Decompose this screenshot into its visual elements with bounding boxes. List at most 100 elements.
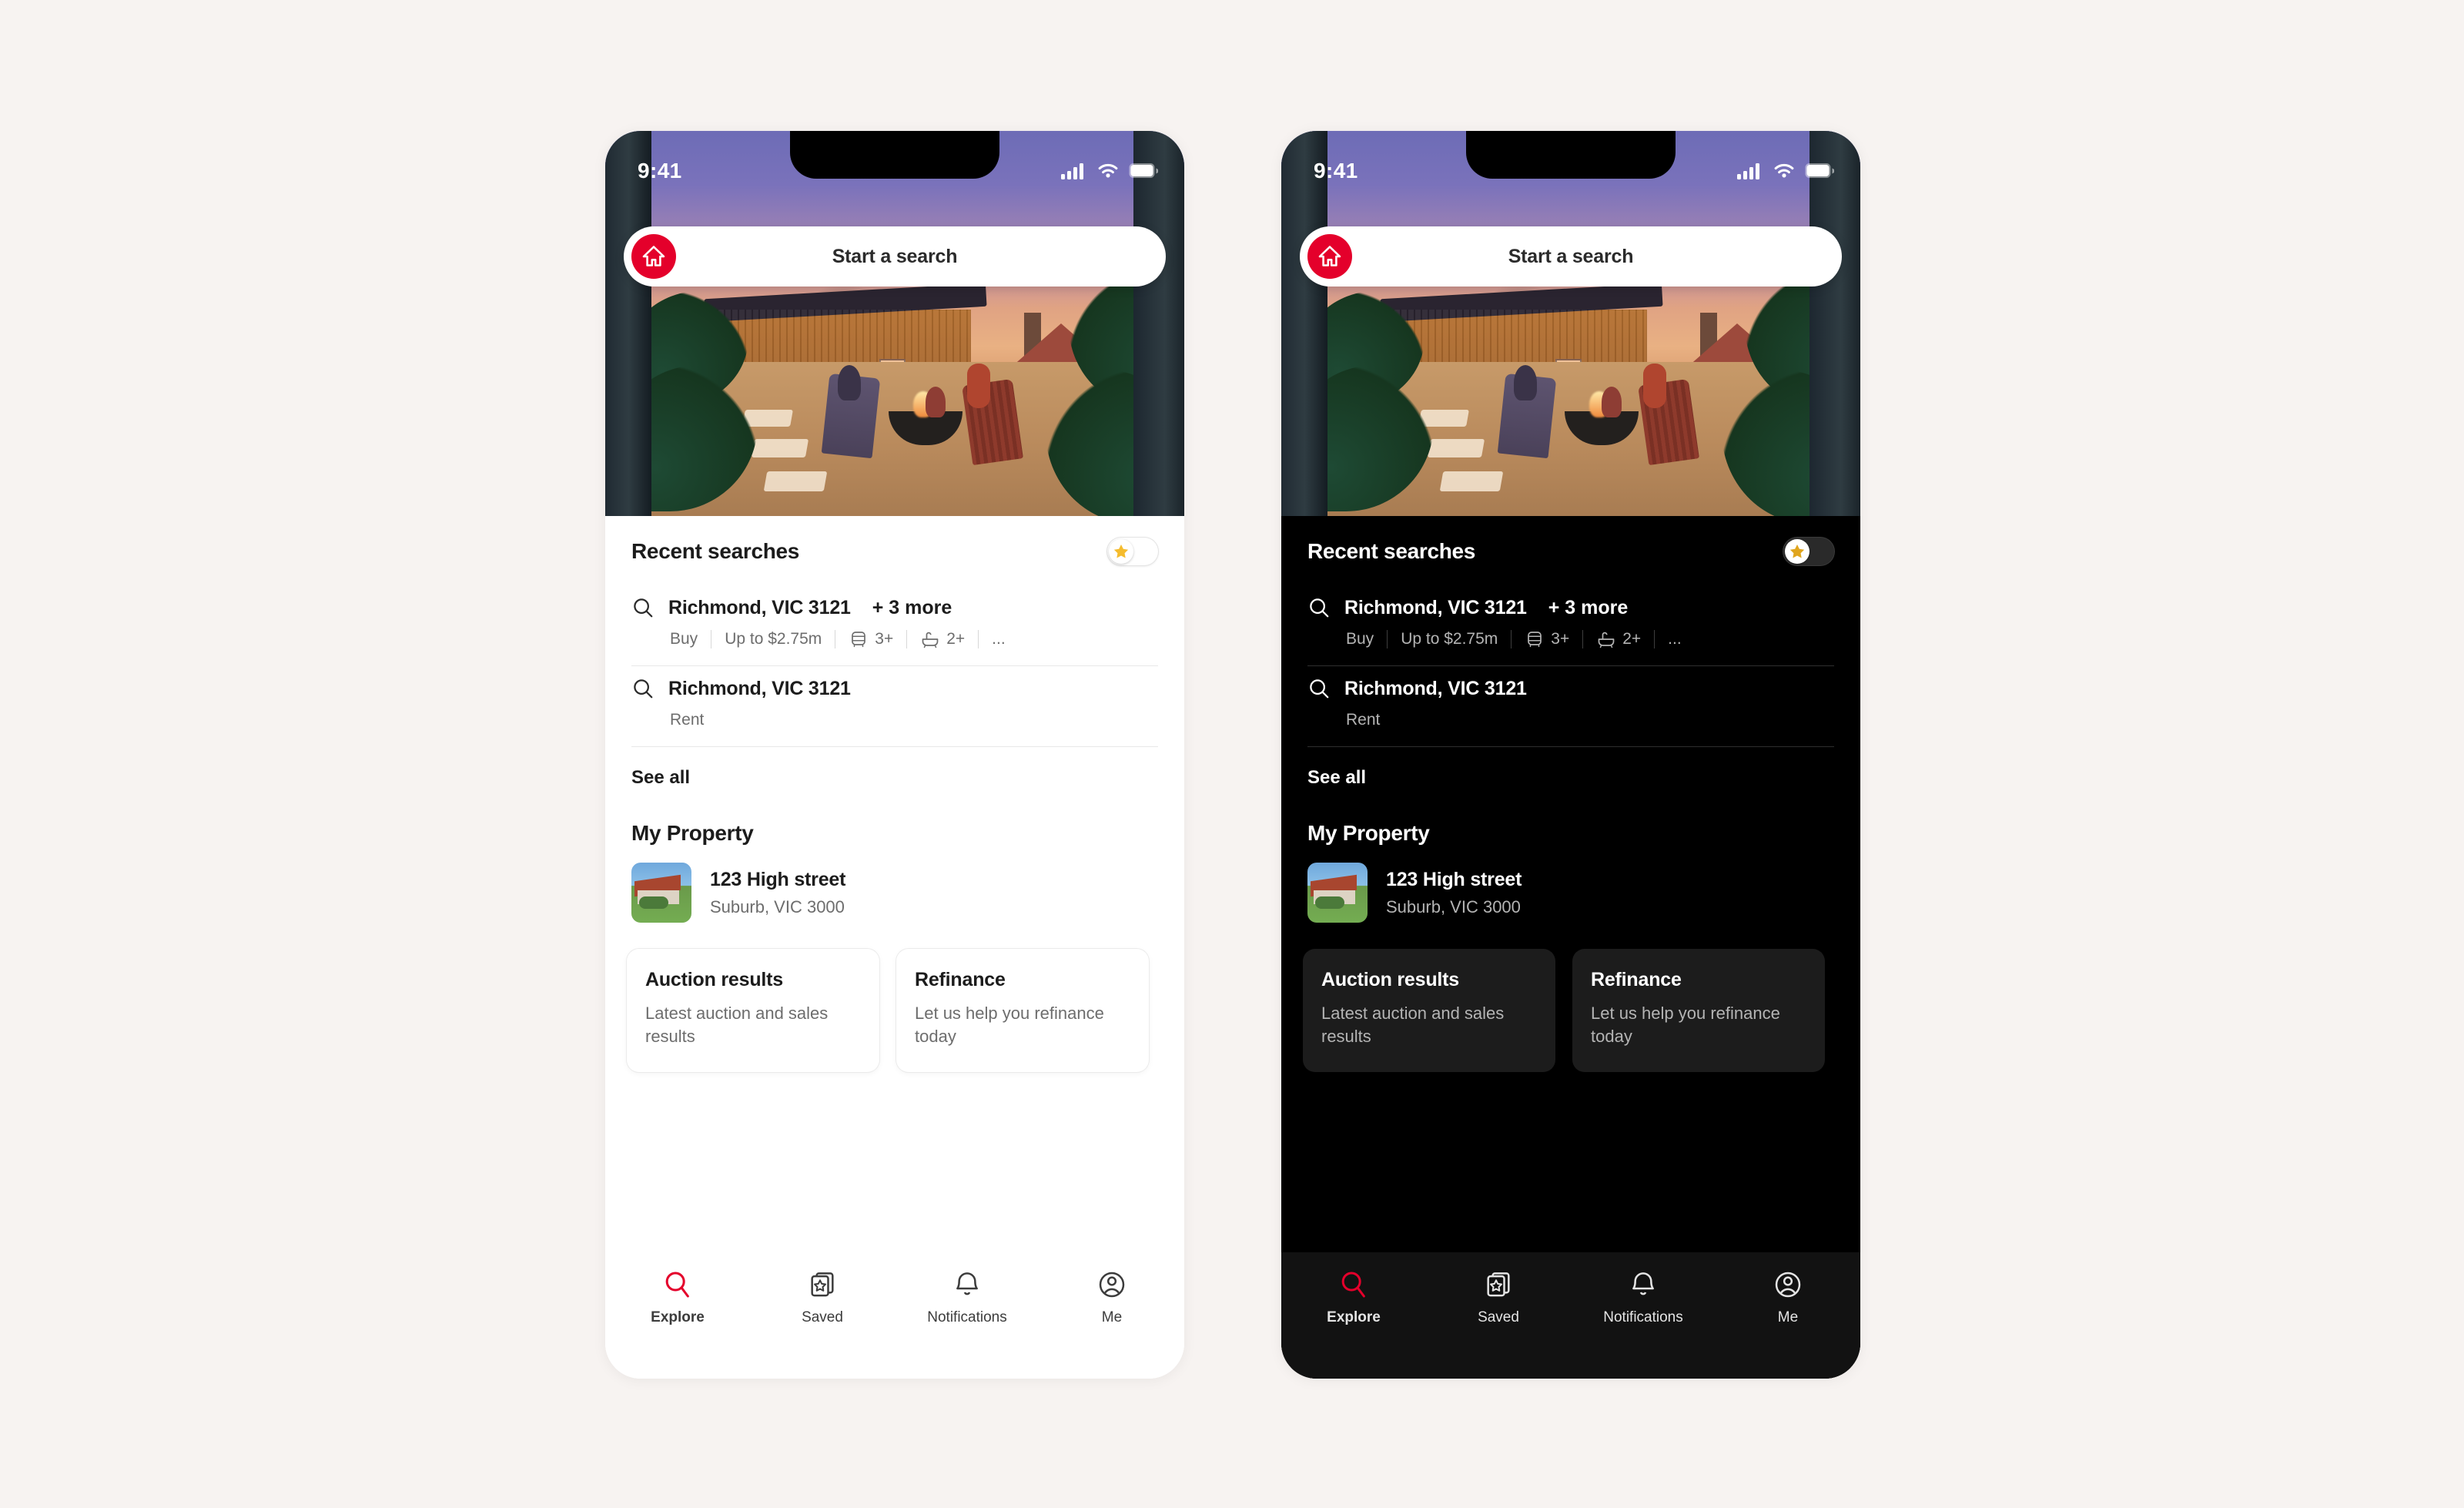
recent-search-main: Richmond, VIC 3121 + 3 more bbox=[631, 596, 1158, 619]
hero-person-standing bbox=[967, 364, 990, 408]
auction-results-card[interactable]: Auction results Latest auction and sales… bbox=[627, 949, 879, 1072]
property-cards-rail[interactable]: Auction results Latest auction and sales… bbox=[1303, 949, 1834, 1072]
hero-paver bbox=[763, 471, 828, 491]
recent-search-filters: Buy Up to $2.75m 3+ 2+ ... bbox=[1346, 630, 1834, 648]
recent-search-item[interactable]: Richmond, VIC 3121 + 3 more Buy Up to $2… bbox=[1307, 585, 1834, 666]
cellular-signal-icon bbox=[1737, 163, 1759, 179]
bell-icon bbox=[1632, 1272, 1654, 1295]
tab-me[interactable]: Me bbox=[1716, 1269, 1860, 1326]
card-title: Auction results bbox=[1321, 969, 1459, 990]
recent-search-location: Richmond, VIC 3121 bbox=[668, 677, 851, 699]
person-circle-icon bbox=[1099, 1272, 1125, 1298]
see-all-link[interactable]: See all bbox=[631, 747, 1158, 793]
filter-bedrooms: 3+ bbox=[1512, 630, 1582, 648]
bedrooms-count: 3+ bbox=[1551, 630, 1570, 648]
search-icon bbox=[634, 679, 653, 699]
saved-searches-toggle[interactable] bbox=[1107, 538, 1158, 565]
filter-bathrooms: 2+ bbox=[907, 630, 978, 648]
recent-searches-title: Recent searches bbox=[631, 539, 800, 563]
recent-search-more: + 3 more bbox=[872, 596, 952, 618]
hero-person-seated bbox=[1514, 365, 1537, 400]
card-description: Latest auction and sales results bbox=[1321, 1004, 1505, 1047]
hero-paver bbox=[751, 439, 809, 457]
search-icon bbox=[634, 598, 653, 618]
star-icon bbox=[1789, 545, 1805, 558]
recent-search-location: Richmond, VIC 3121 bbox=[1344, 596, 1527, 618]
bedrooms-count: 3+ bbox=[875, 630, 894, 648]
filter-listing-type: Rent bbox=[1346, 711, 1381, 729]
my-property-row[interactable]: 123 High street Suburb, VIC 3000 bbox=[1307, 863, 1834, 923]
hero-person-seated bbox=[838, 365, 861, 400]
recent-search-filters: Rent bbox=[670, 711, 1158, 729]
filter-price: Up to $2.75m bbox=[725, 630, 822, 648]
filter-listing-type: Buy bbox=[670, 630, 698, 648]
bottom-tab-bar: Explore Saved Notifications Me bbox=[1281, 1252, 1860, 1379]
bathrooms-count: 2+ bbox=[1622, 630, 1642, 648]
tab-saved[interactable]: Saved bbox=[750, 1269, 895, 1326]
filter-bedrooms: 3+ bbox=[835, 630, 906, 648]
battery-icon bbox=[1129, 163, 1158, 178]
status-time: 9:41 bbox=[1314, 159, 1358, 183]
recent-search-item[interactable]: Richmond, VIC 3121 Rent bbox=[1307, 666, 1834, 747]
bottom-tab-bar: Explore Saved Notifications Me bbox=[605, 1252, 1184, 1379]
tab-label-notifications: Notifications bbox=[1603, 1309, 1683, 1325]
hero-illustration: 9:41 Start a search bbox=[1281, 131, 1860, 516]
tab-label-me: Me bbox=[1777, 1309, 1799, 1325]
search-placeholder-label: Start a search bbox=[1508, 245, 1634, 267]
card-title: Refinance bbox=[1591, 969, 1682, 990]
status-icons bbox=[1061, 162, 1158, 180]
refinance-card[interactable]: Refinance Let us help you refinance toda… bbox=[1572, 949, 1825, 1072]
tab-explore[interactable]: Explore bbox=[605, 1269, 750, 1326]
see-all-link[interactable]: See all bbox=[1307, 747, 1834, 793]
wifi-icon bbox=[1098, 163, 1118, 178]
phone-dark-mode: 9:41 Start a search Recent searches Rich… bbox=[1281, 131, 1860, 1379]
card-title: Refinance bbox=[915, 969, 1006, 990]
filter-listing-type: Buy bbox=[1346, 630, 1374, 648]
thumb-shrub bbox=[639, 896, 668, 909]
saved-star-cards-icon bbox=[811, 1272, 834, 1297]
app-screen-dark: 9:41 Start a search Recent searches Rich… bbox=[1281, 131, 1860, 1379]
bath-icon bbox=[922, 632, 939, 648]
search-icon bbox=[1310, 679, 1329, 699]
recent-search-main: Richmond, VIC 3121 + 3 more bbox=[1307, 596, 1834, 619]
tab-saved[interactable]: Saved bbox=[1426, 1269, 1571, 1326]
toggle-knob bbox=[1785, 539, 1810, 564]
search-bar[interactable]: Start a search bbox=[1300, 226, 1842, 287]
main-content: Recent searches Richmond, VIC 3121 + 3 m… bbox=[605, 516, 1184, 1379]
hero-person-seated-2 bbox=[1602, 387, 1622, 417]
hero-person-standing bbox=[1643, 364, 1666, 408]
property-cards-rail[interactable]: Auction results Latest auction and sales… bbox=[627, 949, 1158, 1072]
recent-searches-header: Recent searches bbox=[631, 516, 1158, 585]
property-name: 123 High street bbox=[710, 868, 846, 890]
search-icon bbox=[665, 1272, 689, 1298]
my-property-row[interactable]: 123 High street Suburb, VIC 3000 bbox=[631, 863, 1158, 923]
tab-me[interactable]: Me bbox=[1040, 1269, 1184, 1326]
hero-paver bbox=[1439, 471, 1504, 491]
wifi-icon bbox=[1774, 163, 1794, 178]
recent-searches-title: Recent searches bbox=[1307, 539, 1476, 563]
recent-searches-header: Recent searches bbox=[1307, 516, 1834, 585]
cellular-signal-icon bbox=[1061, 163, 1083, 179]
tab-notifications[interactable]: Notifications bbox=[1571, 1269, 1716, 1326]
tab-notifications[interactable]: Notifications bbox=[895, 1269, 1040, 1326]
recent-search-more: + 3 more bbox=[1548, 596, 1629, 618]
auction-results-card[interactable]: Auction results Latest auction and sales… bbox=[1303, 949, 1555, 1072]
refinance-card[interactable]: Refinance Let us help you refinance toda… bbox=[896, 949, 1149, 1072]
recent-search-item[interactable]: Richmond, VIC 3121 + 3 more Buy Up to $2… bbox=[631, 585, 1158, 666]
my-property-title: My Property bbox=[1307, 821, 1430, 845]
house-photo-thumbnail bbox=[631, 863, 691, 923]
recent-search-main: Richmond, VIC 3121 bbox=[631, 677, 1158, 700]
recent-search-item[interactable]: Richmond, VIC 3121 Rent bbox=[631, 666, 1158, 747]
card-description: Let us help you refinance today bbox=[1591, 1004, 1780, 1047]
dynamic-island-notch bbox=[1466, 131, 1676, 179]
battery-icon bbox=[1805, 163, 1834, 178]
saved-searches-toggle[interactable] bbox=[1783, 538, 1834, 565]
recent-search-filters: Buy Up to $2.75m 3+ 2+ ... bbox=[670, 630, 1158, 648]
tab-explore[interactable]: Explore bbox=[1281, 1269, 1426, 1326]
search-bar[interactable]: Start a search bbox=[624, 226, 1166, 287]
thumb-shrub bbox=[1315, 896, 1344, 909]
filter-listing-type: Rent bbox=[670, 711, 705, 729]
card-title: Auction results bbox=[645, 969, 783, 990]
recent-search-main: Richmond, VIC 3121 bbox=[1307, 677, 1834, 700]
dynamic-island-notch bbox=[790, 131, 999, 179]
